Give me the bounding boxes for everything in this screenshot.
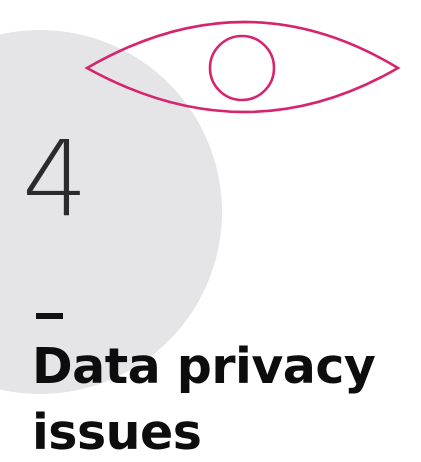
title-line-1: Data privacy — [32, 338, 376, 395]
eye-outline-icon — [84, 20, 401, 114]
divider-dash — [36, 313, 63, 319]
section-title: Data privacy issues — [32, 334, 376, 462]
slide: 4 Data privacy issues — [0, 0, 421, 462]
title-line-2: issues — [32, 404, 202, 461]
section-number: 4 — [22, 118, 88, 240]
